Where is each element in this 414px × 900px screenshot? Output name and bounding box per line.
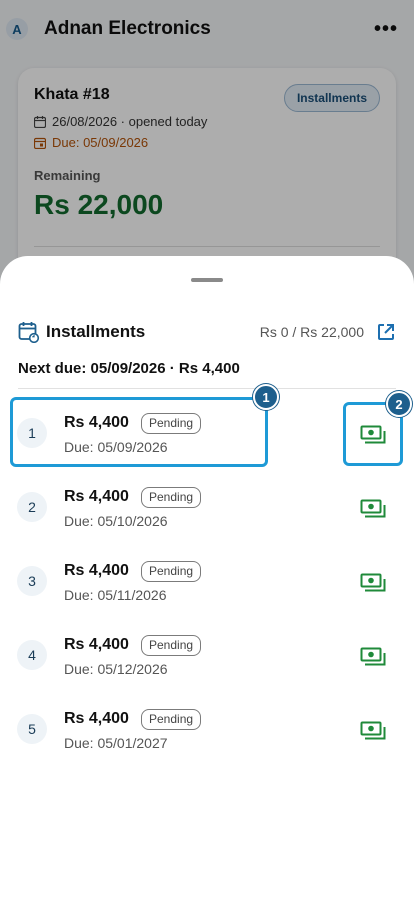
payments-icon xyxy=(360,721,386,740)
status-badge: Pending xyxy=(141,709,202,730)
installment-number: 3 xyxy=(17,566,47,596)
installments-sheet: Installments Rs 0 / Rs 22,000 Next due: … xyxy=(0,256,414,900)
installment-due: Due: 05/11/2026 xyxy=(64,587,167,603)
paid-progress: Rs 0 / Rs 22,000 xyxy=(259,324,364,340)
payments-icon xyxy=(360,573,386,592)
installment-row[interactable]: 2 Rs 4,400 Pending Due: 05/10/2026 xyxy=(0,470,414,544)
installment-row[interactable]: 3 Rs 4,400 Pending Due: 05/11/2026 xyxy=(0,544,414,618)
record-payment-button[interactable] xyxy=(351,569,395,597)
highlight-box-1 xyxy=(10,397,268,467)
installment-amount: Rs 4,400 xyxy=(64,710,129,727)
installment-row[interactable]: 5 Rs 4,400 Pending Due: 05/01/2027 xyxy=(0,692,414,766)
installment-due: Due: 05/10/2026 xyxy=(64,513,168,529)
installment-amount: Rs 4,400 xyxy=(64,562,129,579)
calendar-refresh-icon xyxy=(18,322,40,343)
sheet-header: Installments Rs 0 / Rs 22,000 xyxy=(18,320,396,344)
installment-due: Due: 05/12/2026 xyxy=(64,661,168,677)
installment-row[interactable]: 4 Rs 4,400 Pending Due: 05/12/2026 xyxy=(0,618,414,692)
status-badge: Pending xyxy=(141,635,202,656)
installment-amount: Rs 4,400 xyxy=(64,488,129,505)
record-payment-button[interactable] xyxy=(351,643,395,671)
payments-icon xyxy=(360,647,386,666)
sheet-divider xyxy=(18,388,396,389)
highlight-badge-2: 2 xyxy=(386,391,412,417)
record-payment-button[interactable] xyxy=(351,717,395,745)
installment-amount: Rs 4,400 xyxy=(64,636,129,653)
installment-due: Due: 05/01/2027 xyxy=(64,735,168,751)
record-payment-button[interactable] xyxy=(351,495,395,523)
payments-icon xyxy=(360,499,386,518)
highlight-badge-1: 1 xyxy=(253,384,279,410)
open-in-new-icon[interactable] xyxy=(376,322,396,342)
installment-number: 4 xyxy=(17,640,47,670)
next-due: Next due: 05/09/2026 · Rs 4,400 xyxy=(18,360,240,377)
sheet-title: Installments xyxy=(46,322,146,341)
installment-number: 5 xyxy=(17,714,47,744)
drag-handle[interactable] xyxy=(191,278,223,282)
status-badge: Pending xyxy=(141,487,202,508)
installment-number: 2 xyxy=(17,492,47,522)
status-badge: Pending xyxy=(141,561,202,582)
